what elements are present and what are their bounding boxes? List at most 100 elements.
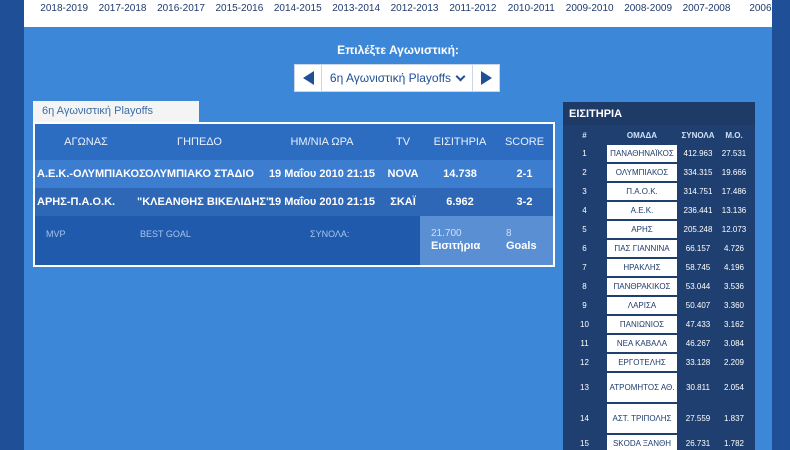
avg-cell: 12.073 — [721, 225, 747, 234]
total-tickets-label: Εισιτήρια — [431, 240, 481, 252]
rank-cell: 12 — [580, 358, 589, 367]
table-row[interactable]: Α.Ε.Κ.-ΟΛΥΜΠΙΑΚΟΣ ΟΛΥΜΠΙΑΚΟ ΣΤΑΔΙΟ 19 Μα… — [35, 160, 553, 188]
team-cell[interactable]: ΝΕΑ ΚΑΒΑΛΑ — [607, 335, 677, 352]
avg-cell: 17.486 — [721, 187, 747, 196]
rank-cell: 14 — [580, 414, 589, 423]
team-cell[interactable]: Α.Ε.Κ. — [607, 202, 677, 219]
tickets-table: ΕΙΣΙΤΗΡΙΑ # ΟΜΑΔΑ ΣΥΝΟΛΑ Μ.Ο. 1 ΠΑΝΑΘΗΝΑΪ… — [563, 102, 755, 450]
table-row: 8 ΠΑΝΘΡΑΚΙΚΟΣ 53.044 3.536 — [563, 278, 755, 295]
round-tab[interactable]: 6η Αγωνιστική Playoffs — [33, 101, 199, 123]
round-dropdown[interactable]: 6η Αγωνιστική Playoffs — [322, 64, 472, 92]
rank-cell: 11 — [580, 339, 589, 348]
season-link[interactable]: 2015-2016 — [210, 0, 268, 27]
season-link[interactable]: 2008-2009 — [619, 0, 677, 27]
table-row: 12 ΕΡΓΟΤΕΛΗΣ 33.128 2.209 — [563, 354, 755, 371]
team-cell[interactable]: SKODA ΞΑΝΘΗ — [607, 435, 677, 450]
avg-cell: 27.531 — [721, 149, 747, 158]
best-goal-label: BEST GOAL — [140, 229, 191, 239]
season-link[interactable]: 2012-2013 — [385, 0, 443, 27]
match-name: ΑΡΗΣ-Π.Α.Ο.Κ. — [37, 196, 116, 208]
table-row: 11 ΝΕΑ ΚΑΒΑΛΑ 46.267 3.084 — [563, 335, 755, 352]
page-frame: 2018-2019 2017-2018 2016-2017 2015-2016 … — [24, 0, 772, 450]
avg-cell: 3.360 — [723, 301, 745, 310]
total-cell: 412.963 — [683, 149, 713, 158]
team-cell[interactable]: ΟΛΥΜΠΙΑΚΟΣ — [607, 164, 677, 181]
total-cell: 47.433 — [685, 320, 711, 329]
team-cell[interactable]: ΑΡΗΣ — [607, 221, 677, 238]
table-header-row: ΑΓΩΝΑΣ ΓΗΠΕΔΟ ΗΜ/ΝΙΑ ΩΡΑ TV ΕΙΣΙΤΗΡΙΑ SC… — [35, 124, 553, 160]
total-cell: 50.407 — [685, 301, 711, 310]
total-cell: 27.559 — [685, 414, 711, 423]
season-link[interactable]: 2016-2017 — [152, 0, 210, 27]
season-link[interactable]: 2014-2015 — [269, 0, 327, 27]
total-tickets: 21.700 Εισιτήρια — [420, 216, 496, 265]
header-team: ΟΜΑΔΑ — [626, 130, 658, 140]
season-link[interactable]: 2018-2019 — [35, 0, 93, 27]
team-cell[interactable]: ΑΤΡΟΜΗΤΟΣ ΑΘ. — [607, 373, 677, 402]
team-cell[interactable]: ΠΑΝΑΘΗΝΑΪΚΟΣ — [607, 145, 677, 162]
total-cell: 314.751 — [683, 187, 713, 196]
table-row: 3 Π.Α.Ο.Κ. 314.751 17.486 — [563, 183, 755, 200]
season-link[interactable]: 2006-2 — [736, 0, 772, 27]
match-stadium: ΟΛΥΜΠΙΑΚΟ ΣΤΑΔΙΟ — [144, 168, 255, 180]
total-cell: 334.315 — [683, 168, 713, 177]
next-round-button[interactable] — [472, 64, 500, 92]
avg-cell: 1.782 — [723, 439, 745, 448]
avg-cell: 2.054 — [723, 383, 745, 392]
arrow-right-icon — [480, 71, 492, 85]
rank-cell: 2 — [582, 168, 587, 177]
total-cell: 30.811 — [686, 383, 710, 392]
header-date: ΗΜ/ΝΙΑ ΩΡΑ — [290, 136, 354, 148]
header-score: SCORE — [504, 136, 545, 148]
team-cell[interactable]: ΕΡΓΟΤΕΛΗΣ — [607, 354, 677, 371]
rank-cell: 13 — [580, 383, 589, 392]
season-link[interactable]: 2017-2018 — [93, 0, 151, 27]
matches-table: ΑΓΩΝΑΣ ΓΗΠΕΔΟ ΗΜ/ΝΙΑ ΩΡΑ TV ΕΙΣΙΤΗΡΙΑ SC… — [33, 122, 555, 267]
team-cell[interactable]: Π.Α.Ο.Κ. — [607, 183, 677, 200]
total-cell: 58.745 — [685, 263, 711, 272]
season-link[interactable]: 2011-2012 — [444, 0, 502, 27]
season-link[interactable]: 2013-2014 — [327, 0, 385, 27]
total-cell: 66.157 — [685, 244, 711, 253]
rank-cell: 6 — [582, 244, 587, 253]
season-link[interactable]: 2009-2010 — [561, 0, 619, 27]
rank-cell: 15 — [580, 439, 589, 448]
avg-cell: 4.726 — [723, 244, 745, 253]
table-row: 10 ΠΑΝΙΩΝΙΟΣ 47.433 3.162 — [563, 316, 755, 333]
rank-cell: 4 — [582, 206, 587, 215]
total-cell: 26.731 — [685, 439, 711, 448]
team-cell[interactable]: ΠΑΝΙΩΝΙΟΣ — [607, 316, 677, 333]
header-avg: Μ.Ο. — [725, 130, 743, 140]
avg-cell: 1.837 — [723, 414, 745, 423]
round-dropdown-value: 6η Αγωνιστική Playoffs — [329, 71, 452, 85]
total-cell: 205.248 — [683, 225, 713, 234]
match-score: 3-2 — [516, 196, 533, 208]
match-name: Α.Ε.Κ.-ΟΛΥΜΠΙΑΚΟΣ — [37, 168, 146, 180]
table-row: 13 ΑΤΡΟΜΗΤΟΣ ΑΘ. 30.811 2.054 — [563, 373, 755, 402]
total-cell: 46.267 — [685, 339, 711, 348]
rank-cell: 8 — [582, 282, 587, 291]
round-navigator: 6η Αγωνιστική Playoffs — [294, 64, 500, 92]
table-row: 15 SKODA ΞΑΝΘΗ 26.731 1.782 — [563, 435, 755, 450]
team-cell[interactable]: ΑΣΤ. ΤΡΙΠΟΛΗΣ — [607, 404, 677, 433]
team-cell[interactable]: ΛΑΡΙΣΑ — [607, 297, 677, 314]
table-row: 9 ΛΑΡΙΣΑ 50.407 3.360 — [563, 297, 755, 314]
total-goals: 8 Goals — [496, 216, 553, 265]
team-cell[interactable]: ΠΑΝΘΡΑΚΙΚΟΣ — [607, 278, 677, 295]
chevron-down-icon — [455, 71, 466, 81]
table-row: 5 ΑΡΗΣ 205.248 12.073 — [563, 221, 755, 238]
prev-round-button[interactable] — [294, 64, 322, 92]
tickets-title: ΕΙΣΙΤΗΡΙΑ — [563, 102, 755, 125]
header-total: ΣΥΝΟΛΑ — [681, 130, 715, 140]
header-rank: # — [582, 130, 587, 140]
season-link[interactable]: 2007-2008 — [677, 0, 735, 27]
avg-cell: 2.209 — [723, 358, 745, 367]
match-tv: NOVA — [387, 168, 419, 180]
team-cell[interactable]: ΗΡΑΚΛΗΣ — [607, 259, 677, 276]
season-link[interactable]: 2010-2011 — [502, 0, 560, 27]
table-row[interactable]: ΑΡΗΣ-Π.Α.Ο.Κ. "ΚΛΕΑΝΘΗΣ ΒΙΚΕΛΙΔΗΣ" 19 Μα… — [35, 188, 553, 216]
rank-cell: 1 — [582, 149, 587, 158]
totals-label: ΣΥΝΟΛΑ: — [310, 229, 350, 239]
team-cell[interactable]: ΠΑΣ ΓΙΑΝΝΙΝΑ — [607, 240, 677, 257]
rank-cell: 5 — [582, 225, 587, 234]
